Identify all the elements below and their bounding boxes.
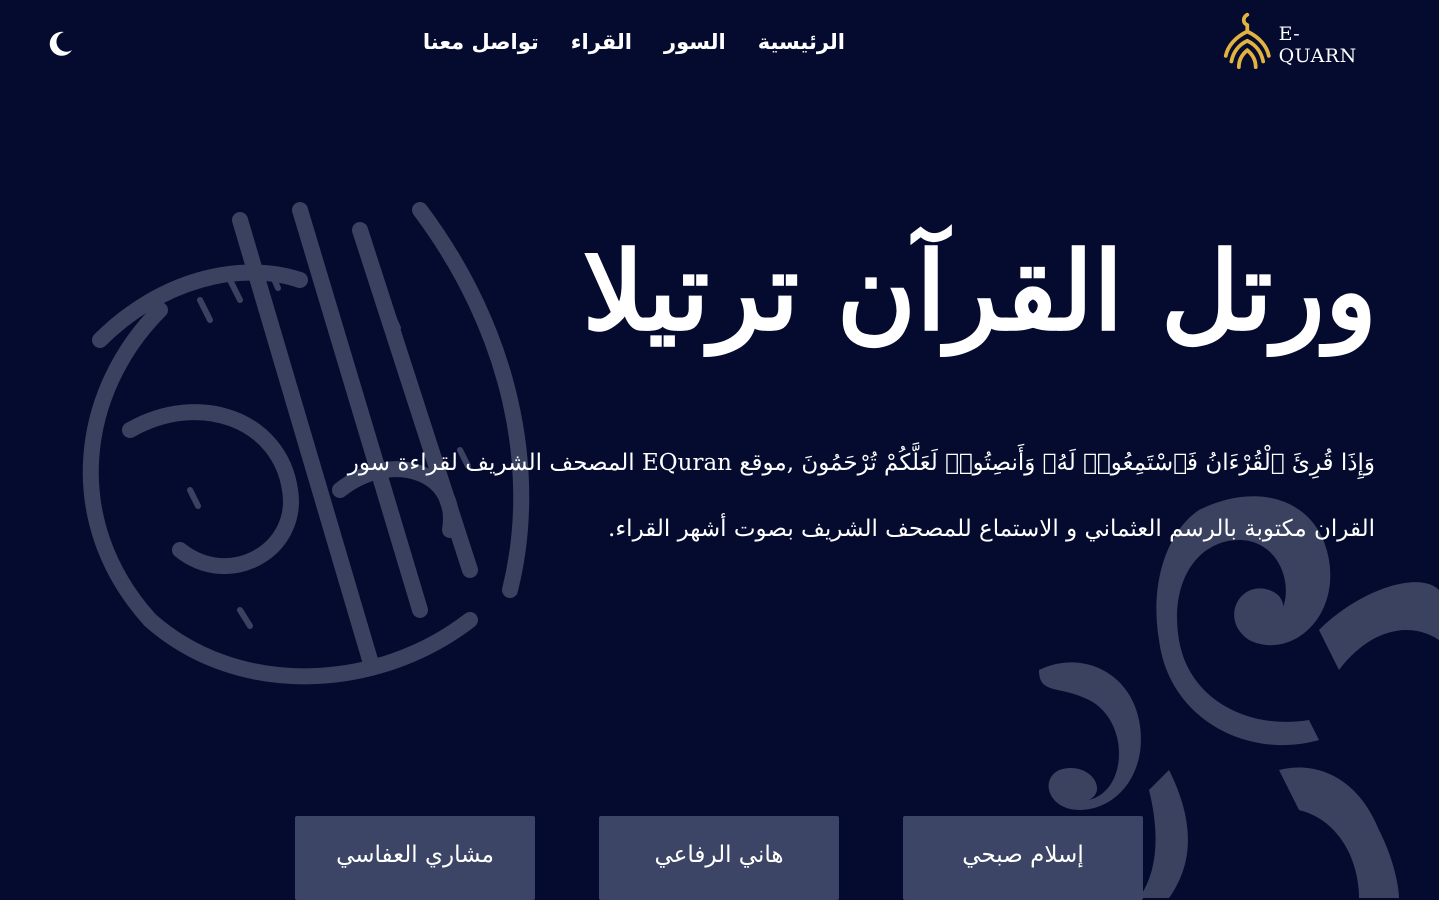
reciter-button-islam-sobhi[interactable]: إسلام صبحي [903,816,1143,900]
reciter-button-alafasy[interactable]: مشاري العفاسي [295,816,535,900]
moon-icon [49,31,72,56]
hero-title: ورتل القرآن ترتيلا [582,229,1377,355]
site-logo[interactable]: E-QUARN [1222,6,1372,72]
logo-text: E-QUARN [1278,23,1357,67]
reciter-button-alrifai[interactable]: هاني الرفاعي [599,816,839,900]
nav-item-home[interactable]: الرئيسية [758,30,845,54]
mosque-dome-logo-icon [1223,12,1271,69]
hero-description: وَإِذَا قُرِئَ ٱلْقُرْءَانُ فَٱسْتَمِعُو… [347,450,1375,542]
nav-item-surahs[interactable]: السور [664,30,726,54]
reciters-list: مشاري العفاسي هاني الرفاعي إسلام صبحي [295,816,1143,900]
site-header: الرئيسية السور القراء تواصل معنا E-QUARN [0,0,1439,88]
theme-toggle-button[interactable] [44,28,76,60]
nav-item-contact[interactable]: تواصل معنا [423,30,539,54]
nav-item-reciters[interactable]: القراء [571,30,632,54]
main-navigation: الرئيسية السور القراء تواصل معنا [395,30,845,54]
